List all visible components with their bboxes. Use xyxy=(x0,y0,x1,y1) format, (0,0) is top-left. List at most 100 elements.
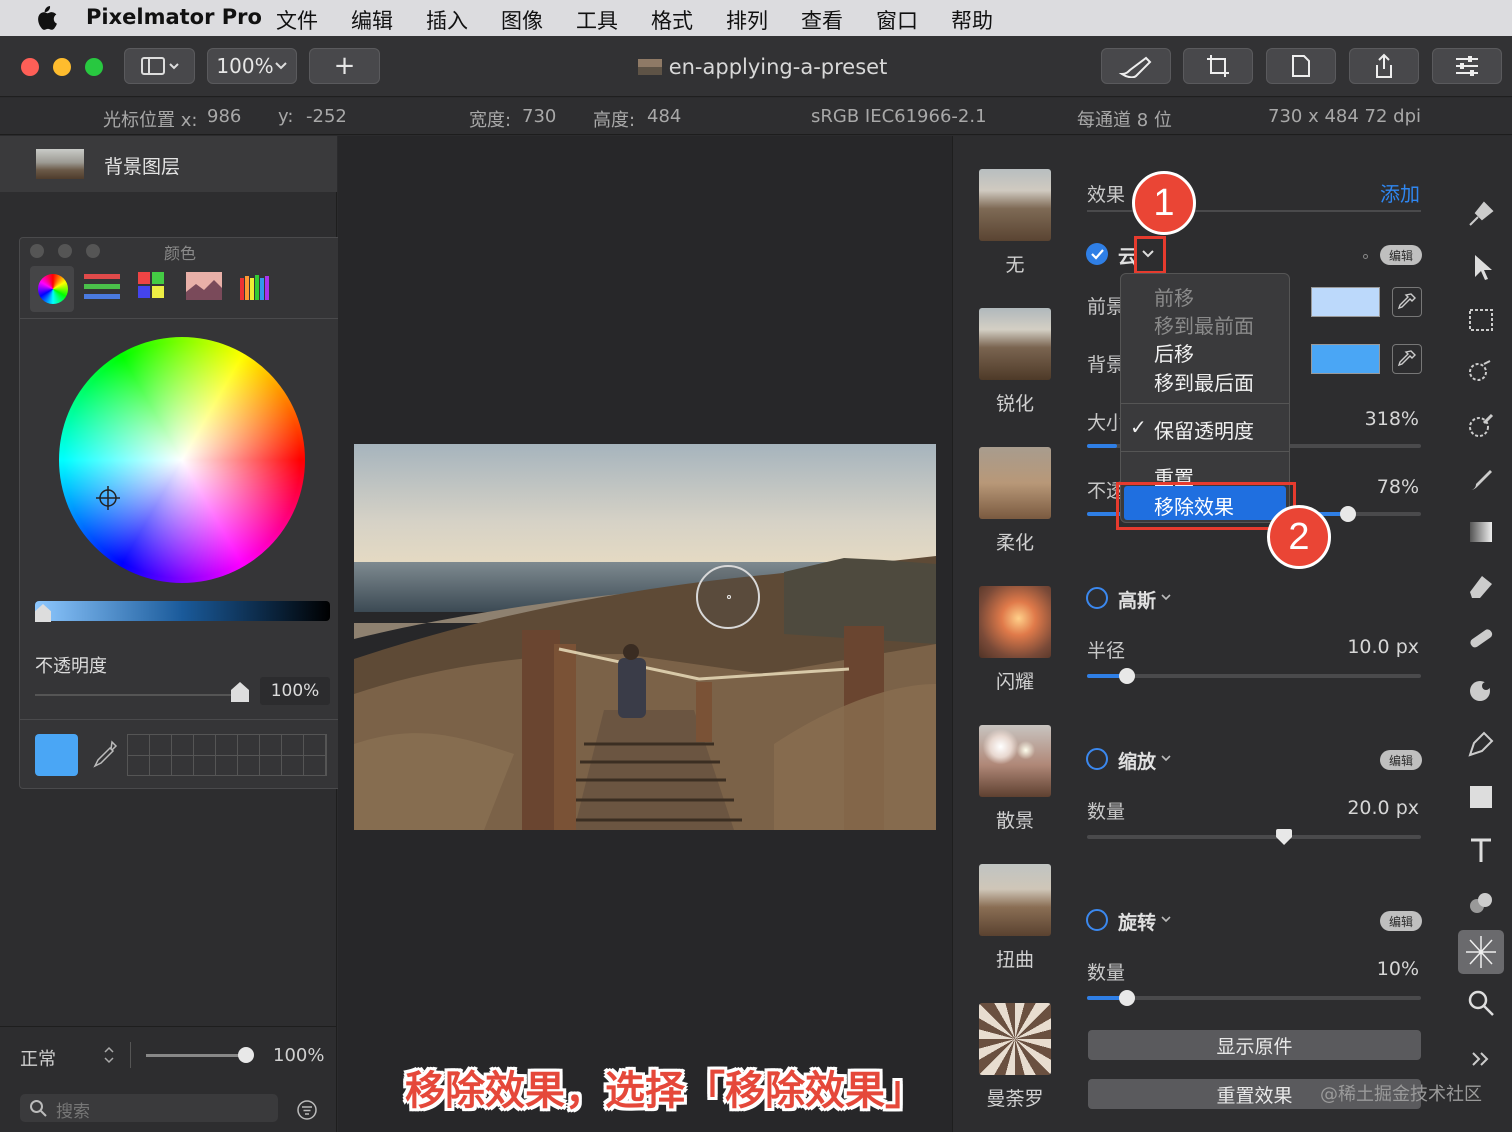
menu-file[interactable]: 文件 xyxy=(276,5,318,35)
color-window-minimize-button[interactable] xyxy=(58,244,72,258)
menu-format[interactable]: 格式 xyxy=(651,5,693,35)
color-wheel-tab[interactable] xyxy=(30,266,74,312)
menu-item-bring-forward[interactable]: 前移 xyxy=(1154,282,1194,311)
zoom-window-button[interactable] xyxy=(85,58,103,76)
arrange-pointer-icon[interactable] xyxy=(1466,252,1496,282)
preset-thumbnail-sharpen[interactable] xyxy=(979,308,1051,380)
layer-opacity-knob[interactable] xyxy=(238,1047,254,1063)
color-picker-crosshair-icon[interactable] xyxy=(96,486,120,510)
gaussian-effect-name[interactable]: 高斯 xyxy=(1118,586,1156,613)
preset-thumbnail-distort[interactable] xyxy=(979,864,1051,936)
opacity-value-field[interactable]: 100% xyxy=(260,677,330,705)
zoom-magnifier-icon[interactable] xyxy=(1466,988,1496,1018)
twirl-effect-name[interactable]: 旋转 xyxy=(1118,908,1156,935)
menu-window[interactable]: 窗口 xyxy=(876,5,918,35)
chevron-down-icon[interactable] xyxy=(1160,593,1172,603)
foreground-eyedropper-button[interactable] xyxy=(1392,287,1422,317)
opacity-slider-track[interactable] xyxy=(35,694,240,696)
image-palette-tab-icon[interactable] xyxy=(186,272,222,300)
twirl-amount-slider[interactable] xyxy=(1087,990,1421,1006)
effect-enabled-checkbox[interactable] xyxy=(1086,243,1108,265)
twirl-enable-toggle[interactable] xyxy=(1086,909,1108,931)
app-menu[interactable]: Pixelmator Pro xyxy=(86,5,262,29)
paint-brush-icon[interactable] xyxy=(1466,464,1496,494)
background-eyedropper-button[interactable] xyxy=(1392,344,1422,374)
zoom-amount-slider[interactable] xyxy=(1087,829,1421,845)
brightness-slider[interactable] xyxy=(35,601,330,621)
preset-thumbnail-glow[interactable] xyxy=(979,586,1051,658)
chevron-right-double-icon[interactable] xyxy=(1466,1044,1496,1074)
crop-button[interactable] xyxy=(1183,48,1253,84)
up-down-chevron-icon[interactable] xyxy=(102,1045,116,1065)
background-color-well[interactable] xyxy=(1311,344,1380,374)
menu-insert[interactable]: 插入 xyxy=(426,5,468,35)
color-balls-icon[interactable] xyxy=(1466,888,1496,918)
layer-search-field[interactable]: 搜索 xyxy=(20,1094,278,1122)
close-window-button[interactable] xyxy=(21,58,39,76)
zoom-enable-toggle[interactable] xyxy=(1086,748,1108,770)
opacity-slider-thumb[interactable] xyxy=(231,682,249,702)
text-icon[interactable] xyxy=(1466,835,1496,865)
current-color-swatch[interactable] xyxy=(35,734,78,776)
filter-icon[interactable] xyxy=(296,1099,318,1121)
color-wheel[interactable] xyxy=(59,337,305,583)
zoom-effect-name[interactable]: 缩放 xyxy=(1118,747,1156,774)
layer-opacity-slider[interactable] xyxy=(146,1054,246,1057)
style-tool-button[interactable] xyxy=(1101,48,1171,84)
preset-thumbnail-none[interactable] xyxy=(979,169,1051,241)
apple-menu-icon[interactable] xyxy=(32,4,58,32)
quick-selection-icon[interactable] xyxy=(1466,358,1496,388)
rectangle-select-icon[interactable] xyxy=(1466,305,1496,335)
preset-thumbnail-soften[interactable] xyxy=(979,447,1051,519)
pencils-tab-icon[interactable] xyxy=(240,272,270,300)
cloud-opacity-knob[interactable] xyxy=(1339,506,1356,522)
menu-edit[interactable]: 编辑 xyxy=(351,5,393,35)
radius-slider[interactable] xyxy=(1087,668,1421,684)
menu-item-send-backward[interactable]: 后移 xyxy=(1154,338,1194,367)
document-button[interactable] xyxy=(1266,48,1336,84)
eraser-icon[interactable] xyxy=(1466,570,1496,600)
minimize-window-button[interactable] xyxy=(53,58,71,76)
radius-knob[interactable] xyxy=(1119,668,1136,684)
effects-tool-button-active[interactable] xyxy=(1458,930,1504,974)
repair-bandage-icon[interactable] xyxy=(1466,623,1496,653)
canvas-image[interactable] xyxy=(354,444,936,830)
foreground-color-well[interactable] xyxy=(1311,287,1380,317)
style-brush-icon[interactable] xyxy=(1466,199,1496,229)
eyedropper-icon[interactable] xyxy=(92,740,118,770)
menu-view[interactable]: 查看 xyxy=(801,5,843,35)
twirl-amount-knob[interactable] xyxy=(1119,990,1136,1006)
menu-tools[interactable]: 工具 xyxy=(576,5,618,35)
color-window-zoom-button[interactable] xyxy=(86,244,100,258)
adjustments-button[interactable] xyxy=(1432,48,1502,84)
preset-thumbnail-bokeh[interactable] xyxy=(979,725,1051,797)
sidebar-toggle-button[interactable] xyxy=(124,48,195,84)
zoom-dropdown[interactable]: 100% xyxy=(207,48,297,84)
menu-item-send-to-back[interactable]: 移到最后面 xyxy=(1154,367,1254,396)
sponge-icon[interactable] xyxy=(1466,676,1496,706)
cloud-edit-button[interactable]: 编辑 xyxy=(1380,245,1422,265)
chevron-down-icon[interactable] xyxy=(1160,915,1172,925)
gaussian-enable-toggle[interactable] xyxy=(1086,587,1108,609)
menu-arrange[interactable]: 排列 xyxy=(726,5,768,35)
swatch-grid[interactable] xyxy=(127,734,327,776)
chevron-down-icon[interactable] xyxy=(1160,754,1172,764)
share-button[interactable] xyxy=(1349,48,1419,84)
palette-tab-icon[interactable] xyxy=(136,270,170,302)
menu-item-bring-to-front[interactable]: 移到最前面 xyxy=(1154,310,1254,339)
zoom-edit-button[interactable]: 编辑 xyxy=(1380,750,1422,770)
pen-icon[interactable] xyxy=(1466,729,1496,759)
gradient-icon[interactable] xyxy=(1466,517,1496,547)
preset-thumbnail-mandala[interactable] xyxy=(979,1003,1051,1075)
shape-icon[interactable] xyxy=(1466,782,1496,812)
sliders-tab-icon[interactable] xyxy=(84,272,120,302)
menu-image[interactable]: 图像 xyxy=(501,5,543,35)
color-window-close-button[interactable] xyxy=(30,244,44,258)
color-adjust-brush-icon[interactable] xyxy=(1466,411,1496,441)
menu-help[interactable]: 帮助 xyxy=(951,5,993,35)
menu-item-preserve-transparency[interactable]: 保留透明度 xyxy=(1154,415,1254,444)
show-original-button[interactable]: 显示原件 xyxy=(1088,1030,1421,1060)
add-effect-link[interactable]: 添加 xyxy=(1380,178,1420,207)
twirl-edit-button[interactable]: 编辑 xyxy=(1380,911,1422,931)
blend-mode-label[interactable]: 正常 xyxy=(20,1045,56,1071)
